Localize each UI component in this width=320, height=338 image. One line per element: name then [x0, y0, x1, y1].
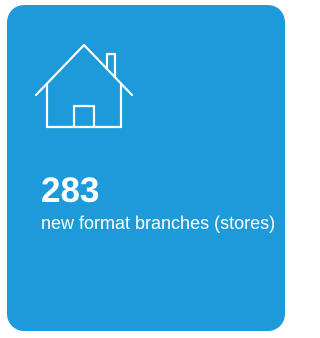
home-icon — [34, 43, 134, 129]
stat-label: new format branches (stores) — [41, 213, 276, 233]
stat-card: 283 new format branches (stores) — [7, 5, 285, 331]
stat-value: 283 — [41, 171, 100, 210]
